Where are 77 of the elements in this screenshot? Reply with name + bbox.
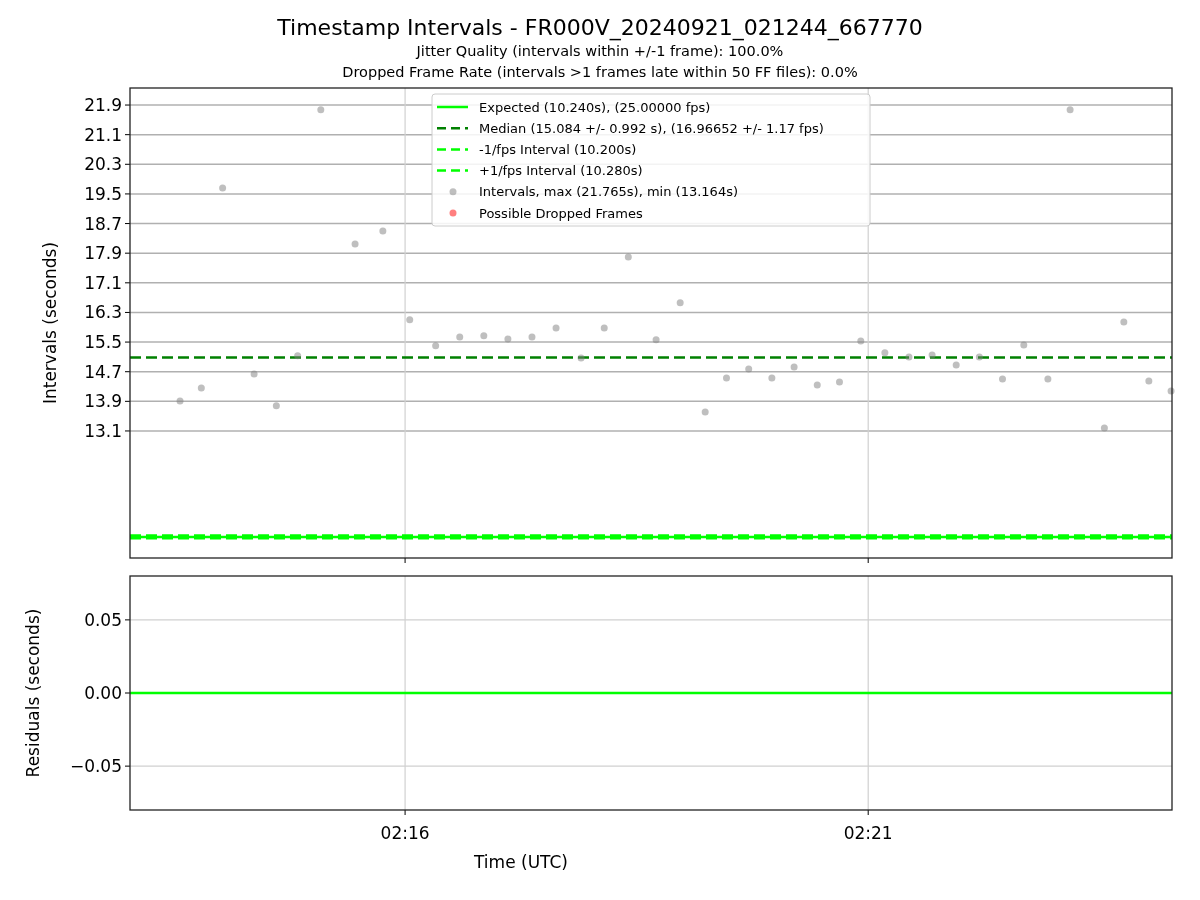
y-tick-label: 17.9 — [84, 243, 122, 264]
data-point — [406, 316, 414, 324]
data-point — [624, 253, 632, 261]
data-point — [351, 240, 359, 248]
legend-entry: -1/fps Interval (10.200s) — [479, 141, 637, 157]
chart-title: Timestamp Intervals - FR000V_20240921_021244_667770 — [277, 15, 923, 41]
data-point — [952, 361, 960, 369]
data-point — [1066, 106, 1074, 114]
y-axis-label: Residuals (seconds) — [23, 608, 43, 778]
data-point — [768, 374, 776, 382]
data-point — [504, 335, 512, 343]
data-point — [176, 397, 184, 405]
data-point — [836, 378, 843, 386]
data-point — [813, 381, 821, 389]
line-sample-icon — [437, 105, 468, 109]
chart-subtitle: Jitter Quality (intervals within +/-1 frame): 100.0% — [416, 42, 784, 61]
chart-subtitle: Dropped Frame Rate (intervals >1 frames late within 50 FF files): 0.0% — [342, 63, 858, 82]
data-point — [701, 408, 709, 416]
data-point — [600, 324, 608, 332]
data-point — [294, 352, 302, 360]
data-point — [219, 184, 227, 192]
data-point — [456, 333, 464, 341]
y-tick-label: 13.9 — [84, 391, 122, 412]
legend-entry: Median (15.084 +/- 0.992 s), (16.96652 +/- 1.17 fps) — [479, 120, 824, 136]
data-point — [676, 299, 684, 307]
data-point — [480, 332, 488, 340]
legend-entry: +1/fps Interval (10.280s) — [479, 163, 643, 179]
y-tick-label: 17.1 — [84, 272, 122, 293]
data-point — [857, 337, 865, 345]
y-tick-label: 0.00 — [84, 683, 122, 703]
y-tick-label: 19.5 — [84, 183, 122, 204]
dot-icon — [449, 188, 457, 196]
y-tick-label: 21.9 — [84, 95, 122, 116]
y-axis-label: Intervals (seconds) — [40, 241, 60, 405]
x-tick-label: 02:16 — [380, 823, 430, 843]
data-point — [379, 227, 387, 235]
data-point — [1044, 375, 1052, 383]
data-point — [552, 324, 560, 332]
x-axis-label: Time (UTC) — [474, 852, 568, 872]
data-point — [1020, 341, 1028, 349]
data-point — [652, 336, 660, 344]
y-tick-label: 16.3 — [84, 302, 122, 323]
data-point — [528, 333, 536, 341]
line-sample-icon — [437, 148, 468, 151]
data-point — [928, 351, 936, 359]
data-point — [881, 349, 889, 357]
data-point — [790, 363, 798, 371]
data-point — [317, 106, 325, 114]
data-point — [999, 375, 1006, 383]
data-point — [1120, 318, 1128, 326]
data-point — [905, 353, 913, 361]
dot-icon — [449, 209, 457, 217]
y-tick-label: 15.5 — [84, 332, 122, 353]
legend-entry: Expected (10.240s), (25.00000 fps) — [479, 99, 711, 115]
legend-entry: Possible Dropped Frames — [479, 205, 643, 221]
y-tick-label: −0.05 — [69, 756, 122, 777]
data-point — [723, 374, 730, 382]
line-sample-icon — [437, 169, 468, 172]
y-tick-label: 0.05 — [84, 609, 122, 630]
y-tick-label: 13.1 — [84, 420, 122, 441]
line-sample-icon — [437, 126, 468, 130]
data-point — [577, 354, 585, 362]
legend-entry: Intervals, max (21.765s), min (13.164s) — [479, 184, 738, 200]
data-point — [432, 342, 440, 350]
data-point — [745, 365, 753, 373]
x-tick-label: 02:21 — [843, 823, 893, 843]
y-tick-label: 18.7 — [84, 213, 122, 234]
data-point — [1167, 387, 1175, 395]
data-point — [975, 353, 983, 361]
data-point — [1100, 424, 1108, 432]
y-tick-label: 20.3 — [84, 154, 122, 175]
data-point — [272, 402, 280, 410]
y-tick-label: 21.1 — [84, 124, 122, 145]
data-point — [197, 384, 205, 392]
data-point — [250, 370, 258, 378]
data-point — [1145, 377, 1153, 385]
y-tick-label: 14.7 — [84, 361, 122, 382]
